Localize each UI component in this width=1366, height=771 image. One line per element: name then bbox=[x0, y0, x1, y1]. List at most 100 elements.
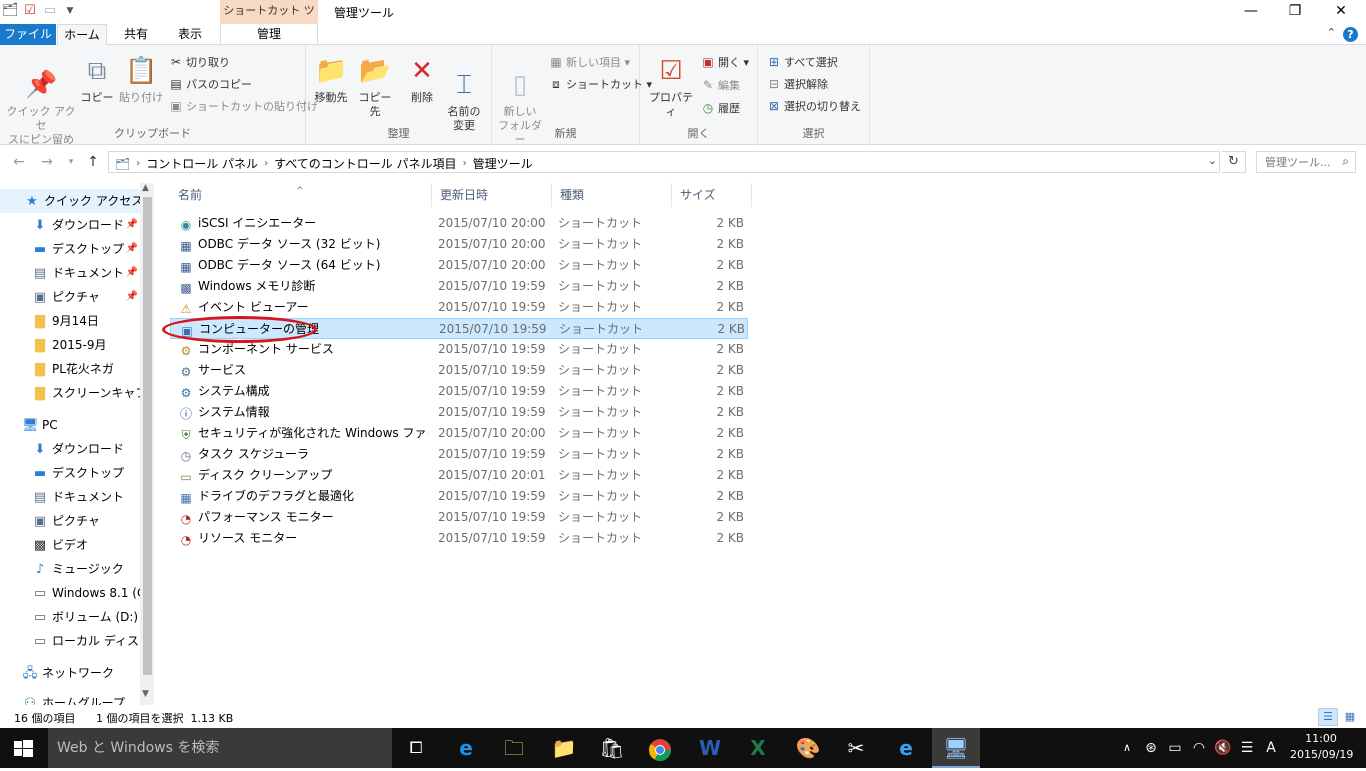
column-header-type[interactable]: 種類 bbox=[552, 183, 672, 207]
nav-pc-item[interactable]: ▤ ドキュメント bbox=[0, 485, 140, 509]
breadcrumb-item[interactable]: 管理ツール bbox=[473, 155, 533, 172]
battery-icon[interactable]: ▭ bbox=[1164, 728, 1186, 768]
column-header-date[interactable]: 更新日時 bbox=[432, 183, 552, 207]
taskbar-search-box[interactable]: Web と Windows を検索 bbox=[48, 728, 392, 768]
details-view-icon[interactable]: ☰ bbox=[1318, 708, 1338, 726]
tab-view[interactable]: 表示 bbox=[166, 24, 214, 45]
paste-button[interactable]: 📋 貼り付け bbox=[118, 55, 164, 105]
breadcrumb-separator-icon[interactable]: › bbox=[136, 158, 140, 169]
search-box[interactable]: ⌕ bbox=[1256, 151, 1356, 173]
copy-button[interactable]: ⧉ コピー bbox=[80, 55, 114, 105]
nav-quick-access-item[interactable]: ▇ 2015-9月 bbox=[0, 333, 140, 357]
new-folder-qat-icon[interactable]: ▭ bbox=[42, 3, 58, 19]
open-button[interactable]: ▣ 開く ▾ bbox=[700, 52, 749, 72]
file-row[interactable]: ⚙ サービス 2015/07/10 19:59 ショートカット 2 KB bbox=[170, 360, 748, 381]
back-button[interactable]: ← bbox=[10, 154, 28, 170]
pinned-icon[interactable]: 📌 bbox=[126, 213, 138, 237]
nav-pc-item[interactable]: ♪ ミュージック bbox=[0, 557, 140, 581]
nav-quick-access-item[interactable]: ▇ 9月14日 bbox=[0, 309, 140, 333]
nav-quick-access-item[interactable]: ▇スクリーンキャプチャ bbox=[0, 381, 140, 405]
file-row[interactable]: ⓘ システム情報 2015/07/10 19:59 ショートカット 2 KB bbox=[170, 402, 748, 423]
word-icon[interactable]: W bbox=[686, 728, 734, 768]
select-all-button[interactable]: ⊞ すべて選択 bbox=[766, 52, 838, 72]
file-row[interactable]: ⚠ イベント ビューアー 2015/07/10 19:59 ショートカット 2 KB bbox=[170, 297, 748, 318]
excel-icon[interactable]: X bbox=[734, 728, 782, 768]
nav-pc-item[interactable]: ▭ ボリューム (D:) bbox=[0, 605, 140, 629]
nav-pc-item[interactable]: ▩ ビデオ bbox=[0, 533, 140, 557]
control-panel-taskbar-icon[interactable]: 🖥 bbox=[932, 728, 980, 768]
network-tray-icon[interactable]: ⊛ bbox=[1140, 728, 1162, 768]
nav-pc-item[interactable]: ▭Windows 8.1 (C:) bbox=[0, 581, 140, 605]
customize-qat-icon[interactable]: ▼ bbox=[62, 3, 78, 19]
nav-pc-item[interactable]: ⬇ ダウンロード bbox=[0, 437, 140, 461]
nav-quick-access-item[interactable]: ▤ ドキュメント 📌 bbox=[0, 261, 140, 285]
cut-button[interactable]: ✂ 切り取り bbox=[168, 52, 230, 72]
folder-taskbar-icon[interactable]: 📁 bbox=[540, 728, 588, 768]
breadcrumb-separator-icon[interactable]: › bbox=[264, 158, 268, 169]
file-row[interactable]: ▦ ODBC データ ソース (64 ビット) 2015/07/10 20:00 ショ… bbox=[170, 255, 748, 276]
new-item-button[interactable]: ▦ 新しい項目 ▾ bbox=[548, 52, 630, 72]
wifi-icon[interactable]: ◠ bbox=[1188, 728, 1210, 768]
start-button[interactable] bbox=[0, 728, 48, 768]
nav-quick-access-item[interactable]: ▬ デスクトップ 📌 bbox=[0, 237, 140, 261]
pinned-icon[interactable]: 📌 bbox=[126, 285, 138, 309]
invert-selection-button[interactable]: ⊠ 選択の切り替え bbox=[766, 96, 861, 116]
column-header-name[interactable]: 名前 ^ bbox=[170, 183, 432, 207]
copy-to-button[interactable]: 📂 コピー先 bbox=[354, 55, 396, 119]
tab-manage[interactable]: 管理 bbox=[220, 24, 318, 45]
address-bar[interactable]: 🗂 › コントロール パネル › すべてのコントロール パネル項目 › 管理ツー… bbox=[108, 151, 1220, 173]
nav-quick-access-item[interactable]: ▣ ピクチャ 📌 bbox=[0, 285, 140, 309]
task-view-icon[interactable]: ⧠ bbox=[392, 728, 440, 768]
notifications-icon[interactable]: ☰ bbox=[1236, 728, 1258, 768]
tab-home[interactable]: ホーム bbox=[57, 24, 107, 46]
nav-scrollbar-thumb[interactable] bbox=[143, 197, 152, 675]
nav-network[interactable]: 🖧 ネットワーク bbox=[0, 661, 140, 685]
breadcrumb-item[interactable]: すべてのコントロール パネル項目 bbox=[274, 155, 457, 172]
breadcrumb-separator-icon[interactable]: › bbox=[463, 158, 467, 169]
forward-button[interactable]: → bbox=[38, 154, 56, 170]
ime-indicator[interactable]: A bbox=[1260, 728, 1282, 768]
file-row[interactable]: ▭ ディスク クリーンアップ 2015/07/10 20:01 ショートカット 2 KB bbox=[170, 465, 748, 486]
file-row[interactable]: ◉ iSCSI イニシエーター 2015/07/10 20:00 ショートカット 2 K… bbox=[170, 213, 748, 234]
ribbon-collapse-icon[interactable]: ⌃ bbox=[1327, 26, 1336, 39]
nav-pc-item[interactable]: ▣ ピクチャ bbox=[0, 509, 140, 533]
help-icon[interactable]: ? bbox=[1343, 27, 1358, 42]
search-input[interactable] bbox=[1257, 152, 1333, 172]
file-row[interactable]: ▦ ドライブのデフラグと最適化 2015/07/10 19:59 ショートカット 2 K… bbox=[170, 486, 748, 507]
history-button[interactable]: ◷ 履歴 bbox=[700, 98, 740, 118]
scroll-down-icon[interactable]: ▼ bbox=[142, 689, 149, 699]
minimize-button[interactable]: — bbox=[1228, 0, 1274, 24]
properties-button[interactable]: ☑ プロパティ bbox=[646, 55, 696, 119]
file-row[interactable]: ◷ タスク スケジューラ 2015/07/10 19:59 ショートカット 2 KB bbox=[170, 444, 748, 465]
properties-qat-icon[interactable]: ☑ bbox=[22, 3, 38, 19]
delete-button[interactable]: ✕ 削除 bbox=[402, 55, 442, 105]
refresh-button[interactable]: ↻ bbox=[1222, 151, 1246, 173]
nav-pc-item[interactable]: ▬ デスクトップ bbox=[0, 461, 140, 485]
clock[interactable]: 11:00 2015/09/19 bbox=[1290, 731, 1353, 763]
breadcrumb-item[interactable]: コントロール パネル bbox=[146, 155, 258, 172]
column-header-size[interactable]: サイズ bbox=[672, 183, 752, 207]
select-none-button[interactable]: ⊟ 選択解除 bbox=[766, 74, 828, 94]
pinned-icon[interactable]: 📌 bbox=[126, 237, 138, 261]
paint-icon[interactable]: 🎨 bbox=[784, 728, 832, 768]
paste-shortcut-button[interactable]: ▣ ショートカットの貼り付け bbox=[168, 96, 318, 116]
file-row[interactable]: ▩ Windows メモリ診断 2015/07/10 19:59 ショートカット 2 K… bbox=[170, 276, 748, 297]
move-to-button[interactable]: 📁 移動先 bbox=[310, 55, 352, 105]
internet-explorer-icon[interactable]: e bbox=[882, 728, 930, 768]
snipping-tool-icon[interactable]: ✂ bbox=[832, 728, 880, 768]
tab-share[interactable]: 共有 bbox=[114, 24, 158, 45]
file-row[interactable]: ▣ コンピューターの管理 2015/07/10 19:59 ショートカット 2 KB bbox=[170, 318, 748, 339]
nav-pc-item[interactable]: ▭ローカル ディスク (G bbox=[0, 629, 140, 653]
store-icon[interactable]: 🛍 bbox=[588, 728, 636, 768]
nav-homegroup[interactable]: ⚇ ホームグループ bbox=[0, 691, 140, 705]
pinned-icon[interactable]: 📌 bbox=[126, 261, 138, 285]
show-hidden-icons-icon[interactable]: ∧ bbox=[1118, 728, 1136, 768]
shortcut-button[interactable]: ⧈ ショートカット ▾ bbox=[548, 74, 652, 94]
volume-muted-icon[interactable]: 🔇 bbox=[1212, 728, 1234, 768]
up-button[interactable]: ↑ bbox=[84, 154, 102, 170]
close-button[interactable]: ✕ bbox=[1318, 0, 1364, 24]
file-explorer-pinned-icon[interactable]: 🗀 bbox=[490, 728, 538, 768]
nav-quick-access[interactable]: ★ クイック アクセス bbox=[0, 189, 140, 213]
rename-button[interactable]: ⌶ 名前の 変更 bbox=[444, 55, 484, 133]
nav-quick-access-item[interactable]: ▇ PL花火ネガ bbox=[0, 357, 140, 381]
